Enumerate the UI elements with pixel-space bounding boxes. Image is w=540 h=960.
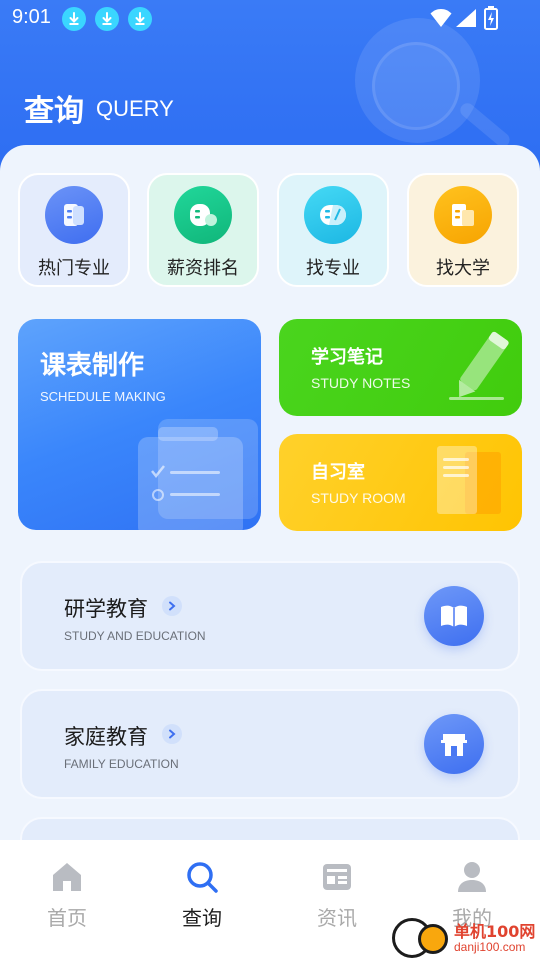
magnifier-handle-decoration [457,100,513,150]
watermark-title: 单机100网 [454,922,536,941]
card-title: 学习笔记 [311,347,383,368]
battery-icon [484,6,498,30]
study-education-card[interactable]: 研学教育 STUDY AND EDUCATION [20,561,520,671]
tile-label: 找大学 [436,258,490,279]
list-subtitle: FAMILY EDUCATION [64,757,179,771]
card-title: 自习室 [311,462,365,483]
folder-icon [138,419,258,530]
card-subtitle: SCHEDULE MAKING [40,389,166,404]
notebook-icon [437,446,501,514]
nav-label: 资讯 [317,906,357,930]
page-title: 查询 [24,94,84,129]
study-room-card[interactable]: 自习室 STUDY ROOM [279,434,522,531]
download-icon [95,7,119,31]
tile-label: 找专业 [306,258,360,279]
study-notes-card[interactable]: 学习笔记 STUDY NOTES [279,319,522,416]
user-icon [458,862,486,892]
watermark: 单机100网 danji100.com [392,916,540,960]
family-education-card[interactable]: 家庭教育 FAMILY EDUCATION [20,689,520,799]
card-title: 课表制作 [40,351,145,381]
card-subtitle: STUDY ROOM [311,490,406,506]
watermark-logo-accent [418,924,448,954]
nav-label: 首页 [47,906,87,930]
nav-query[interactable]: 查询 [157,860,247,931]
search-icon [187,862,218,893]
nav-home[interactable]: 首页 [22,860,112,931]
chevron-right-icon [162,596,182,616]
book-icon [45,186,103,244]
card-subtitle: STUDY NOTES [311,375,411,391]
money-icon [174,186,232,244]
tile-find-university[interactable]: 找大学 [407,173,519,287]
nav-news[interactable]: 资讯 [292,860,382,931]
tile-popular-majors[interactable]: 热门专业 [18,173,130,287]
watermark-url: danji100.com [454,940,526,954]
page-subtitle: QUERY [96,96,174,121]
signal-icon [456,9,476,27]
download-icon [128,7,152,31]
list-subtitle: STUDY AND EDUCATION [64,629,206,643]
wifi-icon [430,9,452,27]
house-icon [424,714,484,774]
news-icon [323,864,351,890]
status-bar: 9:01 [0,0,540,36]
download-icon [62,7,86,31]
magnifier-lens-decoration [372,42,460,130]
school-icon [434,186,492,244]
tile-salary-ranking[interactable]: 薪资排名 [147,173,259,287]
list-title: 研学教育 [64,597,148,621]
home-icon [53,863,81,891]
tile-label: 热门专业 [38,258,110,279]
nav-label: 查询 [182,906,222,930]
status-time: 9:01 [12,6,51,28]
tile-label: 薪资排名 [167,258,239,279]
tile-find-major[interactable]: 找专业 [277,173,389,287]
schedule-making-card[interactable]: 课表制作 SCHEDULE MAKING [18,319,261,530]
pen-icon [449,331,509,400]
chevron-right-icon [162,724,182,744]
open-book-icon [424,586,484,646]
list-title: 家庭教育 [64,725,148,749]
capsule-icon [304,186,362,244]
